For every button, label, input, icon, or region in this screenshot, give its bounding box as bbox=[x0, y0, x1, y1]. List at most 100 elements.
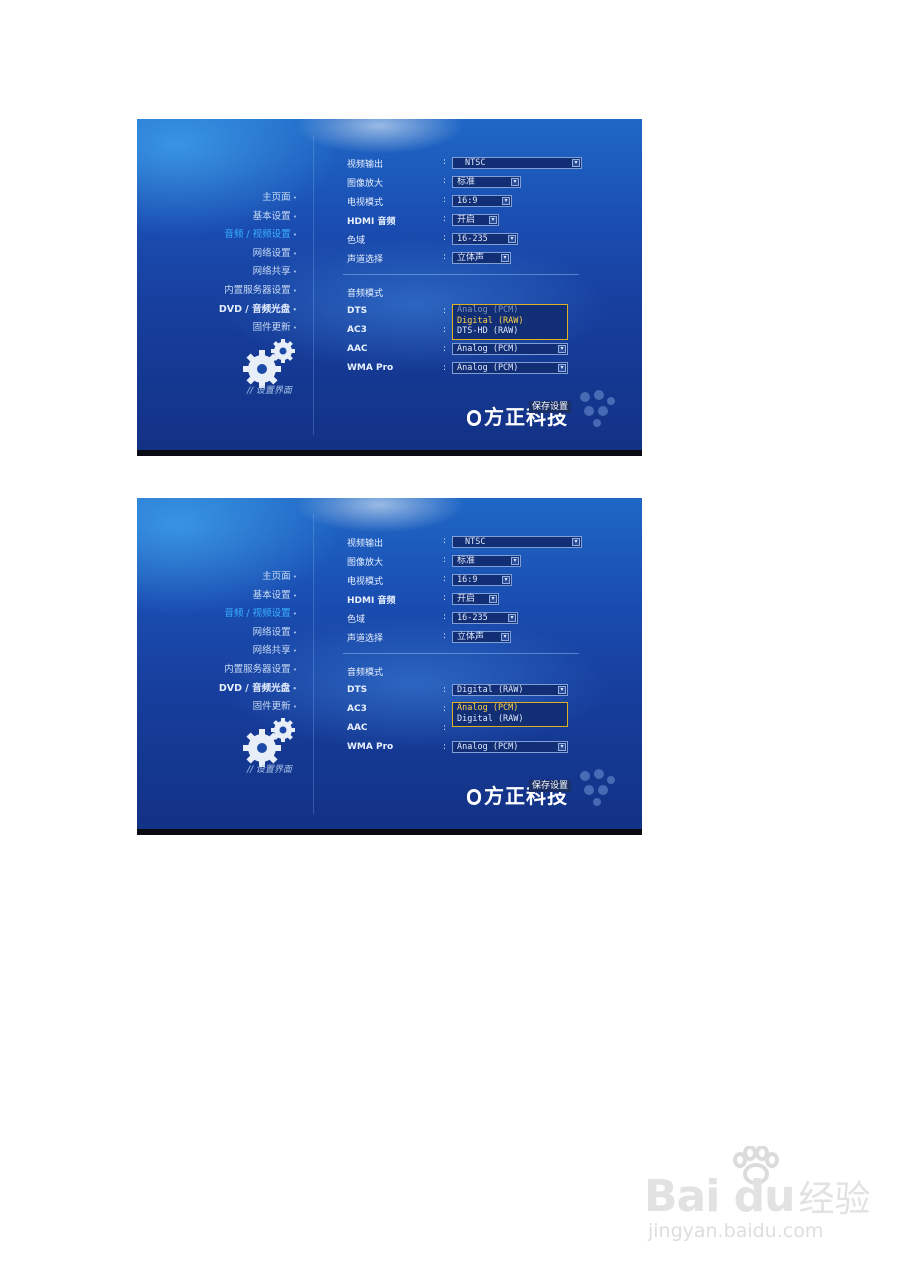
chevron-down-icon: ▾ bbox=[558, 364, 566, 372]
select-hdmi-audio[interactable]: 开启 ▾ bbox=[452, 593, 499, 605]
label-audio-mode: 音频模式 bbox=[347, 289, 384, 299]
chevron-down-icon: ▾ bbox=[558, 743, 566, 751]
select-tv-mode[interactable]: 16:9 ▾ bbox=[452, 195, 512, 207]
select-wma-pro[interactable]: Analog (PCM) ▾ bbox=[452, 362, 568, 374]
settings-screen-2: 主页面 基本设置 音频 / 视频设置 网络设置 网络共享 内置服务器设置 DVD… bbox=[137, 498, 642, 835]
colon: : bbox=[443, 344, 447, 354]
colon: : bbox=[443, 176, 447, 186]
label-hdmi-audio: HDMI 音频 bbox=[347, 596, 396, 606]
select-zoom[interactable]: 标准 ▾ bbox=[452, 555, 521, 567]
select-tv-mode[interactable]: 16:9 ▾ bbox=[452, 574, 512, 586]
dropdown-option[interactable]: DTS-HD (RAW) bbox=[453, 326, 567, 337]
colon: : bbox=[443, 593, 447, 603]
menu-item-server[interactable]: 内置服务器设置 bbox=[219, 282, 297, 301]
select-video-output[interactable]: NTSC ▾ bbox=[452, 157, 582, 169]
colon: : bbox=[443, 536, 447, 546]
document-page: { "menu": ["主页面", "基本设置", "音频 / 视频设置", "… bbox=[0, 0, 905, 1280]
menu-item-basic[interactable]: 基本设置 bbox=[219, 587, 297, 606]
colon: : bbox=[443, 157, 447, 167]
menu-item-audio-video[interactable]: 音频 / 视频设置 bbox=[219, 226, 297, 245]
save-settings-button[interactable]: 保存设置 bbox=[529, 401, 572, 413]
select-channel[interactable]: 立体声 ▾ bbox=[452, 631, 511, 643]
chevron-down-icon: ▾ bbox=[572, 159, 580, 167]
select-wma-pro[interactable]: Analog (PCM) ▾ bbox=[452, 741, 568, 753]
menu-item-home[interactable]: 主页面 bbox=[219, 189, 297, 208]
menu-item-home[interactable]: 主页面 bbox=[219, 568, 297, 587]
ac3-dropdown-open[interactable]: Analog (PCM) Digital (RAW) bbox=[452, 702, 568, 727]
colon: : bbox=[443, 252, 447, 262]
label-wma-pro: WMA Pro bbox=[347, 363, 394, 373]
menu-item-firmware[interactable]: 固件更新 bbox=[219, 319, 297, 338]
colon: : bbox=[443, 574, 447, 584]
save-settings-button[interactable]: 保存设置 bbox=[529, 780, 572, 792]
divider-line bbox=[313, 514, 314, 814]
settings-caption: // 设置界面 bbox=[247, 765, 292, 775]
select-channel[interactable]: 立体声 ▾ bbox=[452, 252, 511, 264]
select-aac[interactable]: Analog (PCM) ▾ bbox=[452, 343, 568, 355]
logo-mark-icon bbox=[467, 789, 481, 805]
settings-screen-1: 主页面 基本设置 音频 / 视频设置 网络设置 网络共享 内置服务器设置 DVD… bbox=[137, 119, 642, 456]
decorative-dots bbox=[580, 769, 615, 806]
watermark-brand: Bai du 经验 bbox=[644, 1171, 871, 1222]
logo-mark-icon bbox=[467, 410, 481, 426]
menu-item-network[interactable]: 网络设置 bbox=[219, 245, 297, 264]
menu-item-firmware[interactable]: 固件更新 bbox=[219, 698, 297, 717]
label-ac3: AC3 bbox=[347, 325, 367, 335]
chevron-down-icon: ▾ bbox=[508, 235, 516, 243]
decorative-dots bbox=[580, 390, 615, 427]
chevron-down-icon: ▾ bbox=[511, 557, 519, 565]
colon: : bbox=[443, 233, 447, 243]
colon: : bbox=[443, 214, 447, 224]
label-dts: DTS bbox=[347, 306, 368, 316]
section-divider bbox=[343, 274, 579, 275]
label-aac: AAC bbox=[347, 723, 368, 733]
settings-menu: 主页面 基本设置 音频 / 视频设置 网络设置 网络共享 内置服务器设置 DVD… bbox=[219, 189, 297, 338]
select-dts[interactable]: Digital (RAW) ▾ bbox=[452, 684, 568, 696]
chevron-down-icon: ▾ bbox=[511, 178, 519, 186]
label-audio-mode: 音频模式 bbox=[347, 668, 384, 678]
dts-dropdown-open[interactable]: Analog (PCM) Digital (RAW) DTS-HD (RAW) bbox=[452, 304, 568, 340]
section-divider bbox=[343, 653, 579, 654]
settings-caption: // 设置界面 bbox=[247, 386, 292, 396]
colon: : bbox=[443, 631, 447, 641]
settings-menu: 主页面 基本设置 音频 / 视频设置 网络设置 网络共享 内置服务器设置 DVD… bbox=[219, 568, 297, 717]
menu-item-network-share[interactable]: 网络共享 bbox=[219, 263, 297, 282]
label-zoom: 图像放大 bbox=[347, 179, 384, 189]
menu-item-dvd[interactable]: DVD / 音频光盘 bbox=[219, 680, 297, 699]
label-channel: 声道选择 bbox=[347, 634, 384, 644]
select-video-output[interactable]: NTSC ▾ bbox=[452, 536, 582, 548]
dropdown-option[interactable]: Digital (RAW) bbox=[453, 714, 567, 725]
select-zoom[interactable]: 标准 ▾ bbox=[452, 176, 521, 188]
colon: : bbox=[443, 325, 447, 335]
menu-item-dvd[interactable]: DVD / 音频光盘 bbox=[219, 301, 297, 320]
screen-bottom-bar bbox=[137, 450, 642, 456]
menu-item-audio-video[interactable]: 音频 / 视频设置 bbox=[219, 605, 297, 624]
label-tv-mode: 电视模式 bbox=[347, 577, 384, 587]
chevron-down-icon: ▾ bbox=[572, 538, 580, 546]
label-tv-mode: 电视模式 bbox=[347, 198, 384, 208]
dropdown-option-selected[interactable]: Digital (RAW) bbox=[453, 316, 567, 327]
menu-item-network[interactable]: 网络设置 bbox=[219, 624, 297, 643]
label-zoom: 图像放大 bbox=[347, 558, 384, 568]
label-video-output: 视频输出 bbox=[347, 539, 384, 549]
colon: : bbox=[443, 612, 447, 622]
divider-line bbox=[313, 135, 314, 435]
select-color-gamut[interactable]: 16-235 ▾ bbox=[452, 612, 518, 624]
menu-item-basic[interactable]: 基本设置 bbox=[219, 208, 297, 227]
chevron-down-icon: ▾ bbox=[489, 595, 497, 603]
select-color-gamut[interactable]: 16-235 ▾ bbox=[452, 233, 518, 245]
chevron-down-icon: ▾ bbox=[501, 254, 509, 262]
select-hdmi-audio[interactable]: 开启 ▾ bbox=[452, 214, 499, 226]
dropdown-option[interactable]: Analog (PCM) bbox=[453, 305, 567, 316]
label-color-gamut: 色域 bbox=[347, 615, 366, 625]
dropdown-option-selected[interactable]: Analog (PCM) bbox=[453, 703, 567, 714]
label-color-gamut: 色域 bbox=[347, 236, 366, 246]
chevron-down-icon: ▾ bbox=[502, 197, 510, 205]
menu-item-network-share[interactable]: 网络共享 bbox=[219, 642, 297, 661]
colon: : bbox=[443, 685, 447, 695]
menu-item-server[interactable]: 内置服务器设置 bbox=[219, 661, 297, 680]
label-hdmi-audio: HDMI 音频 bbox=[347, 217, 396, 227]
screen-bottom-bar bbox=[137, 829, 642, 835]
label-ac3: AC3 bbox=[347, 704, 367, 714]
colon: : bbox=[443, 555, 447, 565]
